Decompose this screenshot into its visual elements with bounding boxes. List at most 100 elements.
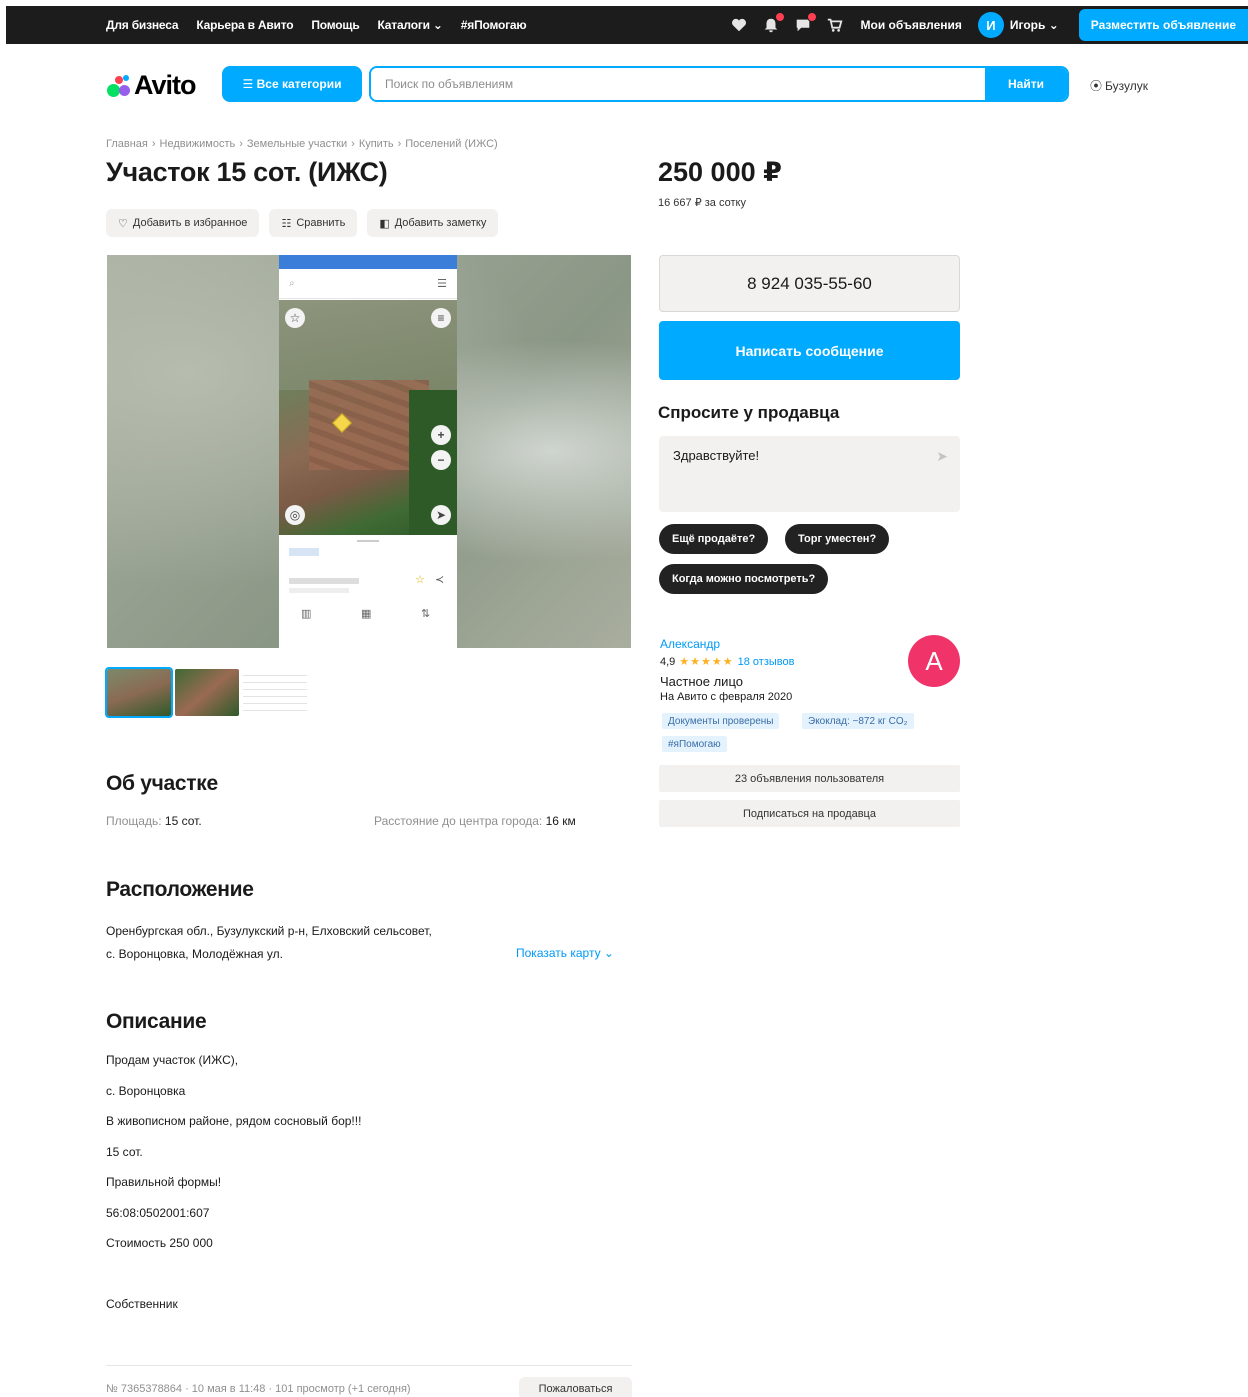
cart-icon[interactable] [825,15,845,35]
user-menu[interactable]: Игорь ⌄ [1010,18,1059,32]
heart-icon[interactable] [729,15,749,35]
address-line-2: с. Воронцовка, Молодёжная ул. [106,947,283,961]
seller-name[interactable]: Александр [660,637,720,651]
thumbnail-3[interactable] [243,669,307,716]
description-line: Собственник [106,1297,178,1311]
breadcrumb-item[interactable]: Купить [359,138,394,150]
my-ads-link[interactable]: Мои объявления [861,18,962,32]
gallery-main-photo: ⌕ ☰ ☆ ≡ + − ◎ ➤ ☆ ≺ ▥ ▦ ⇅ [279,255,457,648]
post-ad-button[interactable]: Разместить объявление [1078,9,1248,41]
sheet-share-icon: ≺ [435,574,445,586]
compare-label: Сравнить [296,217,346,229]
ask-seller-box: Здравствуйте! ➤ [659,436,960,512]
address: Оренбургская обл., Бузулукский р-н, Елхо… [106,920,432,966]
search-bar: Найти [369,66,1069,102]
nav-catalogs[interactable]: Каталоги ⌄ [378,18,443,32]
photo-search-row: ⌕ ☰ [279,269,457,299]
breadcrumb-sep: › [151,138,156,150]
quick-question-chip[interactable]: Когда можно посмотреть? [659,564,829,594]
description-line: 56:08:0502001:607 [106,1206,210,1220]
quick-question-chip[interactable]: Торг уместен? [785,524,890,554]
price: 250 000 ₽ [658,157,782,187]
map-locate-icon: ◎ [285,505,305,525]
rating-value: 4,9 [660,655,676,668]
top-nav: Для бизнеса Карьера в Авито Помощь Катал… [106,6,527,44]
ask-seller-heading: Спросите у продавца [658,403,840,422]
heart-outline-icon: ♡ [118,217,128,230]
pin-icon: ⦿ [1090,79,1103,93]
thumbnail-1[interactable] [105,667,173,718]
breadcrumb-item[interactable]: Недвижимость [160,138,236,150]
photo-status-bar [279,255,457,269]
map-layers-icon: ≡ [431,308,451,328]
quick-question-chip[interactable]: Ещё продаёте? [659,524,769,554]
footer-divider [106,1365,632,1366]
seller-rating: 4,9 ★★★★★ 18 отзывов [660,655,795,669]
write-message-button[interactable]: Написать сообщение [659,321,960,380]
send-icon[interactable]: ➤ [936,448,948,465]
photo-info-sheet: ☆ ≺ ▥ ▦ ⇅ [279,535,457,648]
map-field [279,300,457,390]
breadcrumb-item[interactable]: Земельные участки [247,138,347,150]
add-favorite-button[interactable]: ♡ Добавить в избранное [106,209,260,237]
breadcrumb-item[interactable]: Главная [106,138,148,150]
area-param: Площадь: 15 сот. [106,814,202,828]
sheet-line [289,588,349,593]
breadcrumb-sep: › [351,138,355,150]
chat-icon[interactable] [793,12,817,35]
note-icon: ◧ [379,217,390,230]
sheet-icon: ⇅ [421,608,431,620]
description-heading: Описание [106,1010,207,1033]
description-line: Стоимость 250 000 [106,1236,213,1250]
area-value: 15 сот. [164,814,202,828]
map-compass-icon: ➤ [431,505,451,525]
nav-help[interactable]: Помощь [311,18,359,32]
report-button[interactable]: Пожаловаться [519,1377,632,1397]
description-line: В живописном районе, рядом сосновый бор!… [106,1114,362,1128]
bell-icon[interactable] [761,12,785,35]
sheet-icon: ▦ [361,608,372,620]
seller-avatar[interactable]: A [908,635,960,687]
bell-badge [774,12,785,22]
sheet-tab [289,548,319,556]
breadcrumb-item[interactable]: Поселений (ИЖС) [405,138,497,150]
add-note-label: Добавить заметку [394,217,487,229]
price-per-unit: 16 667 ₽ за сотку [658,197,746,209]
seller-ads-button[interactable]: 23 объявления пользователя [659,765,960,792]
nav-i-help[interactable]: #яПомогаю [461,18,527,32]
thumbnail-2[interactable] [175,669,239,716]
location-selector[interactable]: ⦿ Бузулук [1090,77,1148,94]
seller-badge: Экоклад: −872 кг CO₂ [802,713,914,729]
sheet-handle [357,540,379,542]
compare-button[interactable]: ☷ Сравнить [269,209,358,237]
nav-business[interactable]: Для бизнеса [106,18,179,32]
show-phone-button[interactable]: 8 924 035-55-60 [659,255,960,312]
photo-satellite-map: ☆ ≡ + − ◎ ➤ [279,300,457,535]
all-categories-button[interactable]: ☰ Все категории [222,66,362,102]
address-line-1: Оренбургская обл., Бузулукский р-н, Елхо… [106,924,432,938]
ask-seller-input[interactable]: Здравствуйте! [659,436,960,512]
breadcrumb-sep: › [239,138,243,150]
photo-gallery[interactable]: ⌕ ☰ ☆ ≡ + − ◎ ➤ ☆ ≺ ▥ ▦ ⇅ [107,255,631,648]
nav-career[interactable]: Карьера в Авито [196,18,293,32]
description-line: Правильной формы! [106,1175,222,1189]
search-input[interactable] [371,68,985,100]
distance-param: Расстояние до центра города: 16 км [374,814,576,828]
add-note-button[interactable]: ◧ Добавить заметку [367,209,499,237]
breadcrumb: Главная › Недвижимость › Земельные участки… [106,138,498,150]
subscribe-seller-button[interactable]: Подписаться на продавца [659,800,960,827]
distance-label: Расстояние до центра города: [374,814,543,828]
reviews-link[interactable]: 18 отзывов [738,656,795,668]
logo-dots-icon [106,73,132,99]
listing-meta: № 7365378864 · 10 мая в 11:48 · 101 прос… [106,1383,411,1395]
seller-since: На Авито с февраля 2020 [660,691,793,703]
add-favorite-label: Добавить в избранное [132,217,248,229]
top-right: Мои объявления И Игорь ⌄ Разместить объя… [729,6,1248,44]
location-label: Бузулук [1105,78,1148,93]
map-zoom-out-icon: − [431,450,451,470]
search-button[interactable]: Найти [985,68,1067,100]
user-avatar[interactable]: И [977,12,1004,38]
show-map-link[interactable]: Показать карту ⌄ [516,946,614,960]
map-zoom-in-icon: + [431,425,451,445]
avito-logo[interactable]: Avito [106,70,196,101]
